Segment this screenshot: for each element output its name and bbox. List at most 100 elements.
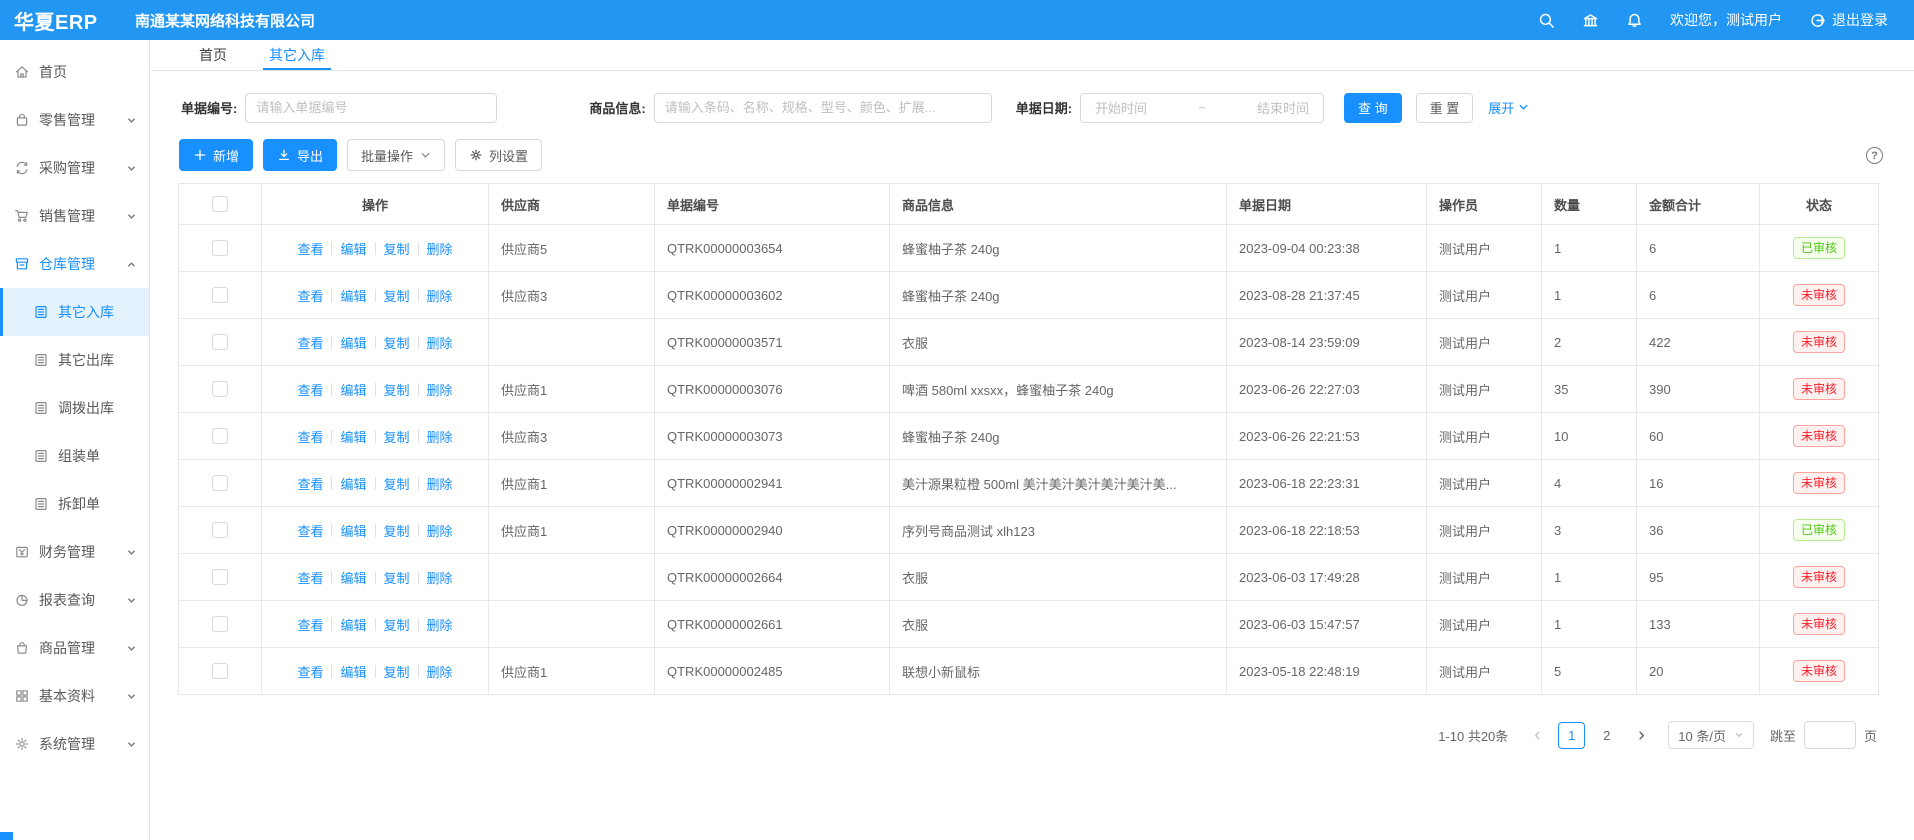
sidebar-item-13[interactable]: 基本资料 (0, 672, 149, 720)
product-info-input[interactable] (654, 93, 992, 123)
action-edit[interactable]: 编辑 (340, 615, 366, 634)
cell-amount: 36 (1637, 507, 1760, 554)
action-copy[interactable]: 复制 (384, 474, 410, 493)
action-view[interactable]: 查看 (297, 568, 323, 587)
sidebar-item-1[interactable]: 零售管理 (0, 96, 149, 144)
action-delete[interactable]: 删除 (427, 239, 453, 258)
prev-page-button[interactable] (1524, 722, 1550, 748)
reset-button[interactable]: 重 置 (1416, 93, 1474, 123)
data-table: 操作供应商单据编号商品信息单据日期操作员数量金额合计状态 查看编辑复制删除 供应… (178, 183, 1878, 695)
action-view[interactable]: 查看 (297, 333, 323, 352)
action-view[interactable]: 查看 (297, 380, 323, 399)
sidebar-item-4[interactable]: 仓库管理 (0, 240, 149, 288)
next-page-button[interactable] (1628, 722, 1654, 748)
cell-qty: 10 (1542, 413, 1637, 460)
sidebar-item-7[interactable]: 调拨出库 (0, 384, 149, 432)
add-button[interactable]: 新增 (179, 139, 253, 171)
action-view[interactable]: 查看 (297, 662, 323, 681)
action-delete[interactable]: 删除 (427, 662, 453, 681)
cell-bill-no: QTRK00000002940 (655, 507, 890, 554)
action-view[interactable]: 查看 (297, 521, 323, 540)
action-edit[interactable]: 编辑 (340, 286, 366, 305)
action-delete[interactable]: 删除 (427, 521, 453, 540)
export-button[interactable]: 导出 (263, 139, 337, 171)
action-copy[interactable]: 复制 (384, 286, 410, 305)
action-copy[interactable]: 复制 (384, 427, 410, 446)
sidebar-item-8[interactable]: 组装单 (0, 432, 149, 480)
bell-icon[interactable] (1626, 12, 1643, 29)
action-view[interactable]: 查看 (297, 474, 323, 493)
toolbar: 新增 导出 批量操作 列设置 ? (151, 139, 1914, 171)
row-checkbox[interactable] (212, 616, 228, 632)
row-checkbox[interactable] (212, 475, 228, 491)
table-row: 查看编辑复制删除 QTRK00000002664 衣服 2023-06-03 1… (179, 554, 1879, 601)
row-checkbox[interactable] (212, 428, 228, 444)
tab-0[interactable]: 首页 (197, 40, 229, 70)
page-size-select[interactable]: 10 条/页 (1668, 721, 1754, 749)
sidebar-item-10[interactable]: 财务管理 (0, 528, 149, 576)
row-checkbox[interactable] (212, 522, 228, 538)
page-number-1[interactable]: 1 (1558, 722, 1585, 749)
action-view[interactable]: 查看 (297, 615, 323, 634)
action-edit[interactable]: 编辑 (340, 568, 366, 587)
sidebar-item-5[interactable]: 其它入库 (0, 288, 149, 336)
row-checkbox[interactable] (212, 663, 228, 679)
row-checkbox[interactable] (212, 381, 228, 397)
action-edit[interactable]: 编辑 (340, 239, 366, 258)
action-copy[interactable]: 复制 (384, 239, 410, 258)
action-copy[interactable]: 复制 (384, 333, 410, 352)
row-checkbox[interactable] (212, 334, 228, 350)
action-view[interactable]: 查看 (297, 286, 323, 305)
sidebar-item-2[interactable]: 采购管理 (0, 144, 149, 192)
action-delete[interactable]: 删除 (427, 380, 453, 399)
sidebar-item-label: 组装单 (58, 446, 100, 466)
column-settings-button[interactable]: 列设置 (455, 139, 542, 171)
batch-actions-button[interactable]: 批量操作 (347, 139, 445, 171)
bank-icon[interactable] (1582, 12, 1599, 29)
sidebar-item-0[interactable]: 首页 (0, 48, 149, 96)
action-copy[interactable]: 复制 (384, 615, 410, 634)
action-view[interactable]: 查看 (297, 239, 323, 258)
page-number-2[interactable]: 2 (1593, 722, 1620, 749)
action-copy[interactable]: 复制 (384, 521, 410, 540)
row-actions: 查看编辑复制删除 (266, 333, 484, 352)
search-button[interactable]: 查 询 (1344, 93, 1402, 123)
cell-qty: 4 (1542, 460, 1637, 507)
date-range-input[interactable]: 开始时间 ~ 结束时间 (1080, 93, 1324, 123)
sidebar-item-11[interactable]: 报表查询 (0, 576, 149, 624)
action-edit[interactable]: 编辑 (340, 380, 366, 399)
action-delete[interactable]: 删除 (427, 474, 453, 493)
sidebar-item-6[interactable]: 其它出库 (0, 336, 149, 384)
sidebar-item-12[interactable]: 商品管理 (0, 624, 149, 672)
expand-link[interactable]: 展开 (1488, 98, 1529, 117)
jump-input[interactable] (1804, 721, 1856, 749)
search-icon[interactable] (1538, 12, 1555, 29)
select-all-checkbox[interactable] (212, 196, 228, 212)
row-checkbox[interactable] (212, 569, 228, 585)
sidebar-item-3[interactable]: 销售管理 (0, 192, 149, 240)
tab-1[interactable]: 其它入库 (267, 40, 327, 70)
sidebar-item-14[interactable]: 系统管理 (0, 720, 149, 768)
action-edit[interactable]: 编辑 (340, 474, 366, 493)
action-delete[interactable]: 删除 (427, 568, 453, 587)
action-delete[interactable]: 删除 (427, 333, 453, 352)
action-delete[interactable]: 删除 (427, 615, 453, 634)
action-edit[interactable]: 编辑 (340, 427, 366, 446)
row-checkbox[interactable] (212, 240, 228, 256)
cell-qty: 1 (1542, 554, 1637, 601)
action-delete[interactable]: 删除 (427, 427, 453, 446)
action-edit[interactable]: 编辑 (340, 333, 366, 352)
sidebar-collapse-strip[interactable] (0, 832, 13, 840)
logout-button[interactable]: 退出登录 (1809, 10, 1888, 30)
action-copy[interactable]: 复制 (384, 380, 410, 399)
sidebar-item-9[interactable]: 拆卸单 (0, 480, 149, 528)
row-checkbox[interactable] (212, 287, 228, 303)
action-delete[interactable]: 删除 (427, 286, 453, 305)
action-copy[interactable]: 复制 (384, 568, 410, 587)
action-edit[interactable]: 编辑 (340, 521, 366, 540)
action-edit[interactable]: 编辑 (340, 662, 366, 681)
help-icon[interactable]: ? (1866, 147, 1883, 164)
bill-no-input[interactable] (245, 93, 497, 123)
action-copy[interactable]: 复制 (384, 662, 410, 681)
action-view[interactable]: 查看 (297, 427, 323, 446)
